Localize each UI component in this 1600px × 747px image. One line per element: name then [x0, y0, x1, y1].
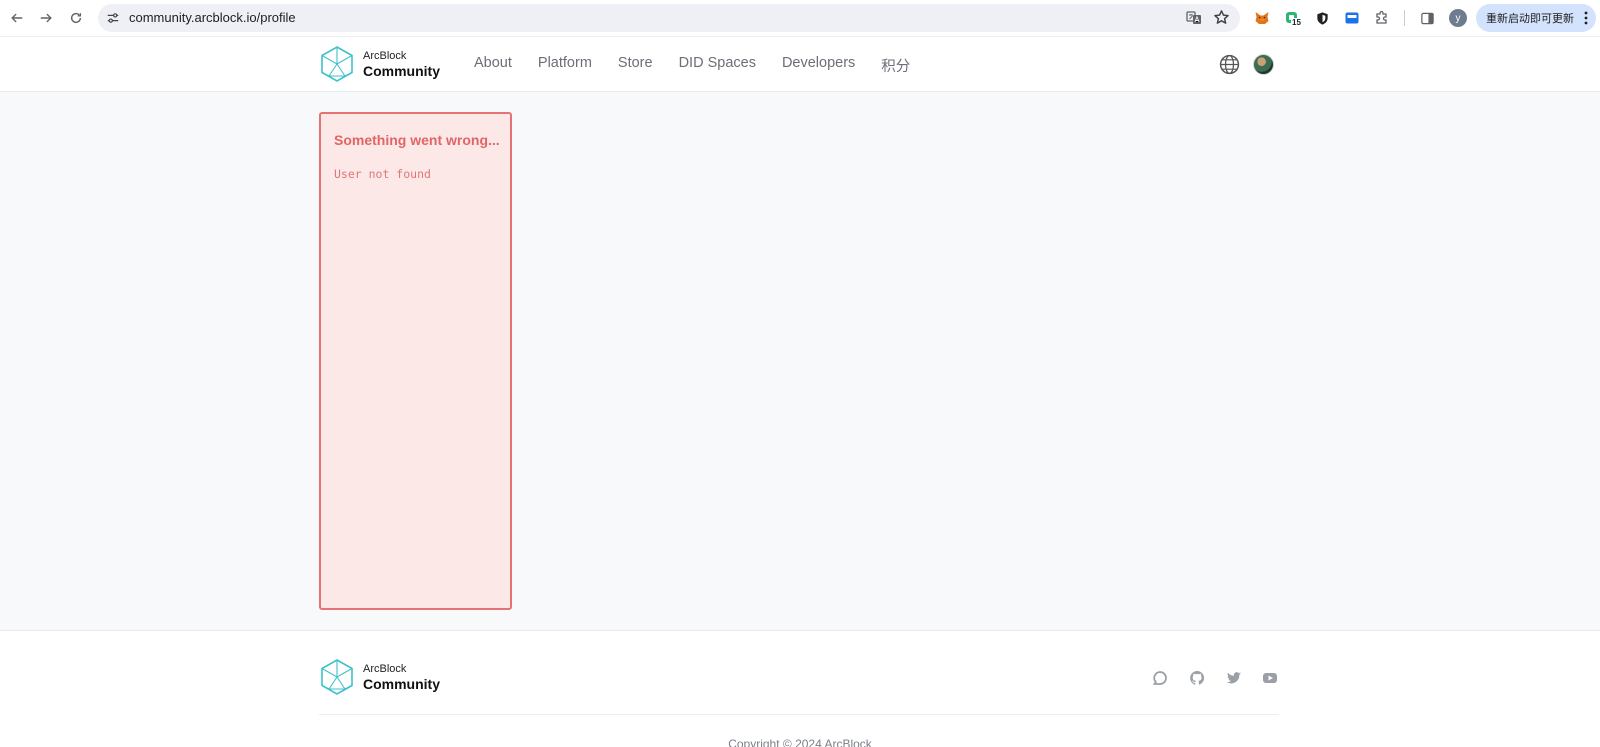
logo-line-1: ArcBlock [363, 49, 407, 62]
footer-logo-line-1: ArcBlock [363, 662, 407, 675]
arcblock-logo-icon [321, 659, 353, 695]
reload-button[interactable] [65, 7, 87, 29]
forum-link[interactable] [1151, 669, 1169, 687]
main-nav: About Platform Store DID Spaces Develope… [474, 55, 936, 76]
footer-logo[interactable]: ArcBlock Community [319, 658, 440, 696]
bookmark-star-icon[interactable] [1213, 9, 1230, 26]
twitter-link[interactable] [1225, 669, 1243, 687]
github-link[interactable] [1188, 669, 1206, 687]
globe-icon[interactable] [1219, 54, 1240, 75]
metamask-extension-icon[interactable] [1253, 9, 1271, 27]
user-avatar[interactable] [1253, 54, 1274, 75]
arcblock-logo-icon [321, 46, 353, 82]
logo-line-2: Community [363, 62, 440, 79]
nav-about[interactable]: About [474, 55, 512, 76]
site-header: ArcBlock Community About Platform Store … [0, 36, 1600, 92]
translate-icon[interactable] [1186, 10, 1202, 26]
twitter-icon [1227, 672, 1241, 684]
footer-logo-line-2: Community [363, 675, 440, 692]
screen-extension-icon[interactable] [1343, 9, 1361, 27]
chat-bubble-icon [1152, 671, 1167, 685]
back-button[interactable] [6, 7, 28, 29]
forward-button[interactable] [35, 7, 57, 29]
shield-extension-icon[interactable] [1313, 9, 1331, 27]
address-bar[interactable]: community.arcblock.io/profile [98, 4, 1240, 32]
update-button[interactable]: 重新启动即可更新 [1476, 4, 1596, 32]
update-label: 重新启动即可更新 [1486, 13, 1574, 25]
site-footer: ArcBlock Community Copyright © 2024 ArcB… [0, 630, 1600, 747]
side-panel-icon[interactable] [1418, 9, 1436, 27]
more-vertical-icon [1584, 11, 1588, 25]
extensions-puzzle-icon[interactable] [1373, 9, 1391, 27]
extension-badge: 15 [1291, 18, 1302, 27]
nav-did-spaces[interactable]: DID Spaces [679, 55, 756, 76]
reload-icon [70, 12, 82, 24]
nav-developers[interactable]: Developers [782, 55, 855, 76]
footer-divider [319, 714, 1279, 715]
arrow-right-icon [40, 13, 52, 23]
nav-points[interactable]: 积分 [881, 55, 910, 76]
url-text[interactable]: community.arcblock.io/profile [129, 10, 296, 25]
profile-avatar[interactable]: y [1449, 9, 1467, 27]
copyright-text: Copyright © 2024 ArcBlock [728, 737, 872, 747]
github-icon [1190, 670, 1205, 685]
browser-toolbar: community.arcblock.io/profile 15 y 重新启动即… [0, 0, 1600, 36]
site-settings-icon[interactable] [106, 11, 120, 25]
error-title: Something went wrong... [334, 132, 500, 148]
youtube-link[interactable] [1261, 669, 1279, 687]
youtube-icon [1263, 673, 1277, 683]
error-card: Something went wrong... User not found [319, 112, 512, 610]
header-logo[interactable]: ArcBlock Community [319, 45, 440, 83]
nav-platform[interactable]: Platform [538, 55, 592, 76]
nav-store[interactable]: Store [618, 55, 653, 76]
error-message: User not found [334, 167, 431, 181]
arrow-left-icon [11, 13, 23, 23]
toolbar-divider [1404, 10, 1405, 26]
